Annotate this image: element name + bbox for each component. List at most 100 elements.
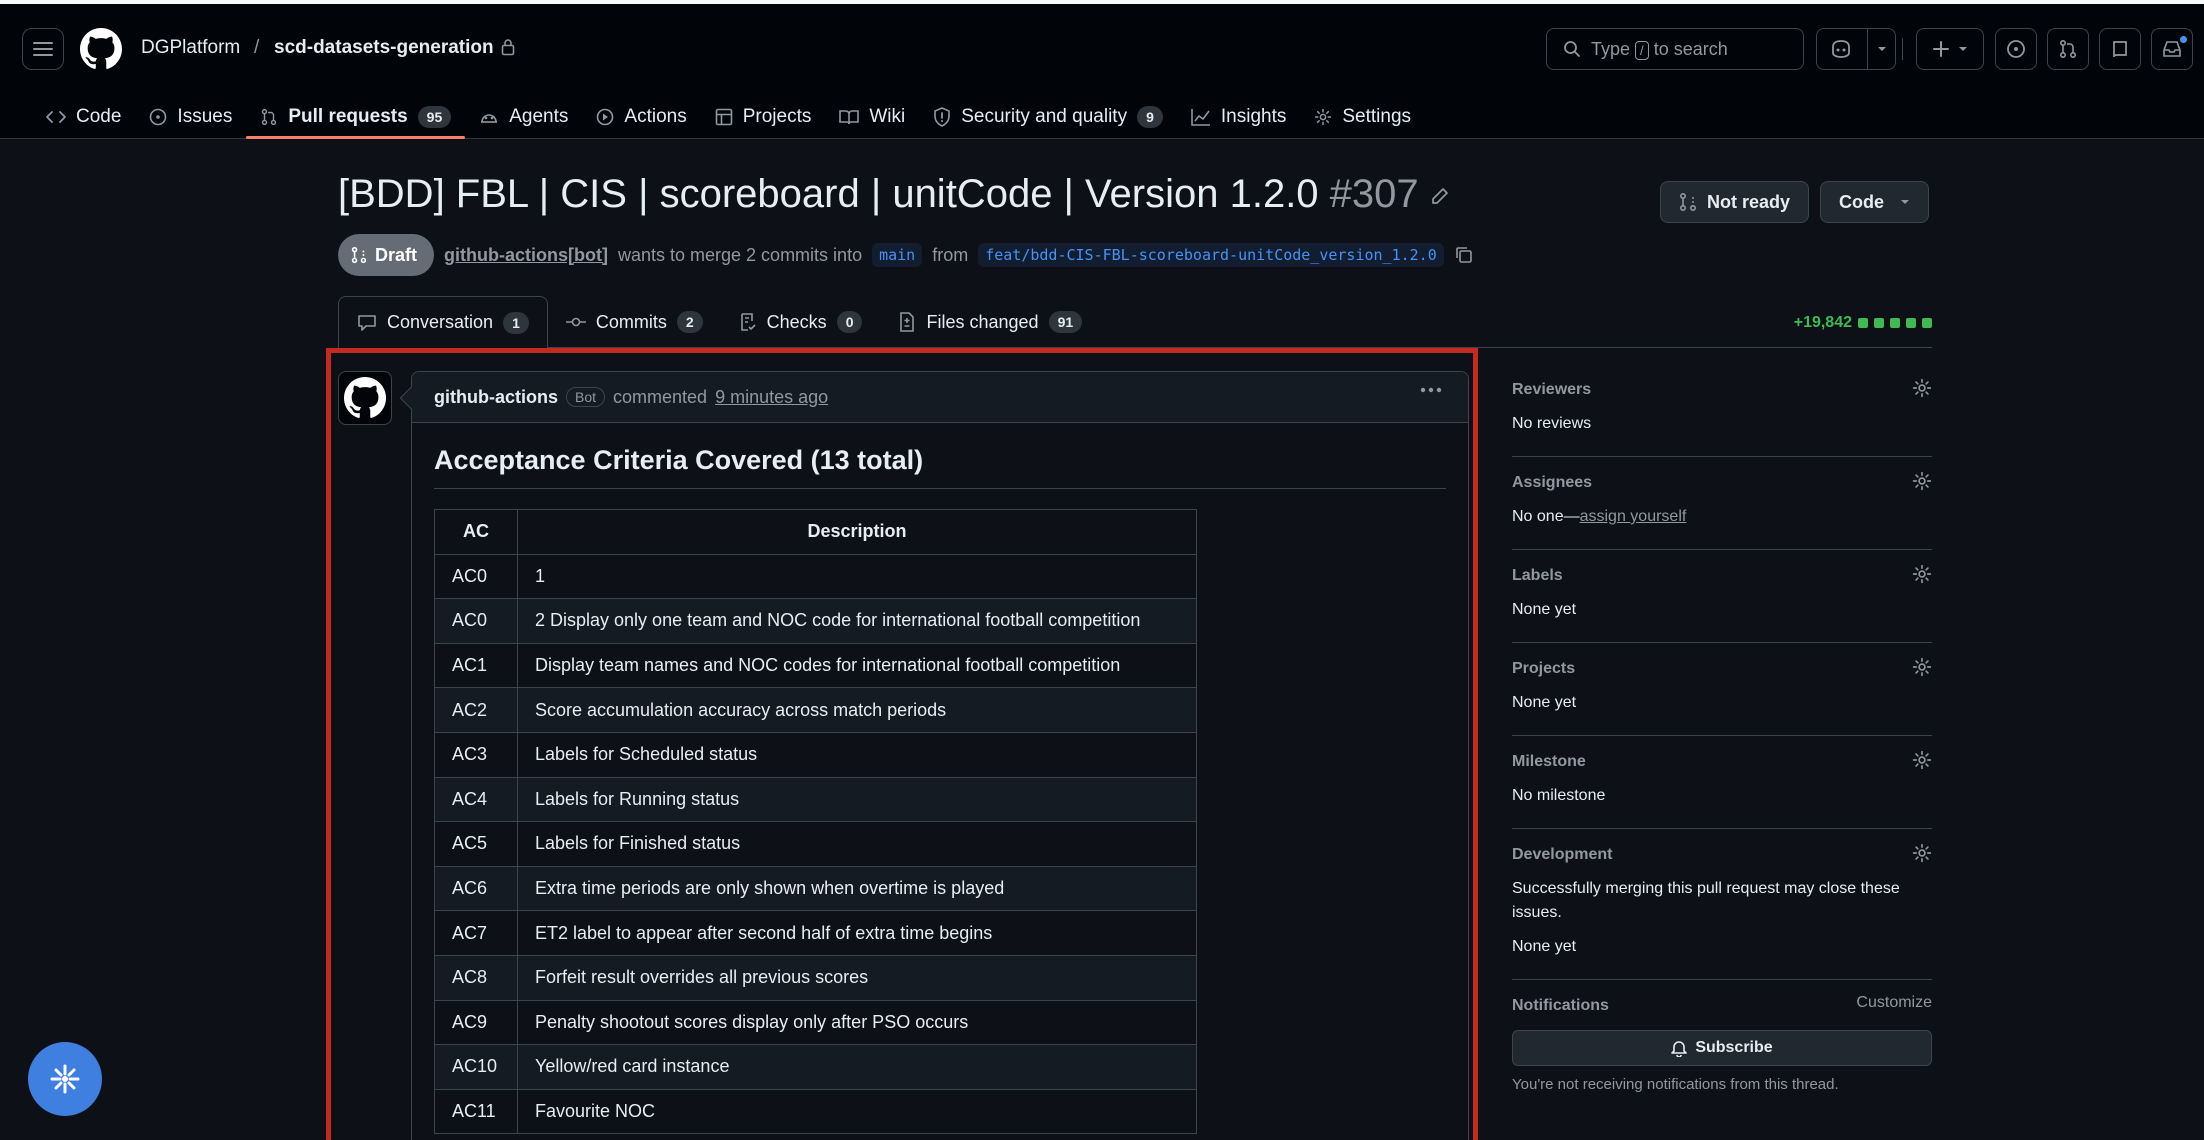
nav-projects[interactable]: Projects <box>701 96 826 138</box>
nav-actions-label: Actions <box>624 106 687 127</box>
gear-icon <box>1315 108 1332 126</box>
tab-checks-label: Checks <box>766 311 827 332</box>
nav-settings-label: Settings <box>1342 106 1412 127</box>
pr-icon <box>2059 39 2077 59</box>
pr-author-link[interactable]: github-actions[bot] <box>444 245 608 266</box>
repo-icon <box>2113 41 2127 58</box>
nav-code[interactable]: Code <box>32 96 135 138</box>
gear-icon[interactable] <box>1912 471 1932 491</box>
assistant-fab-button[interactable] <box>28 1042 102 1116</box>
breadcrumb-repo[interactable]: scd-datasets-generation <box>274 37 494 59</box>
create-new-button[interactable] <box>1916 28 1984 70</box>
diffstat-block <box>1890 318 1900 328</box>
repositories-button[interactable] <box>2099 28 2141 70</box>
commit-icon <box>565 317 586 327</box>
labels-value: None yet <box>1512 601 1577 618</box>
labels-title: Labels <box>1512 567 1563 584</box>
milestone-title: Milestone <box>1512 753 1586 770</box>
code-dropdown-label: Code <box>1839 191 1884 212</box>
sidebar-projects: Projects None yet <box>1512 643 1932 736</box>
base-branch[interactable]: main <box>872 243 923 267</box>
search-placeholder: Type / to search <box>1591 38 1728 60</box>
menu-button[interactable] <box>22 28 64 70</box>
inbox-button[interactable] <box>2151 28 2193 70</box>
nav-issues[interactable]: Issues <box>135 96 246 138</box>
nav-code-label: Code <box>76 106 122 127</box>
customize-link[interactable]: Customize <box>1856 994 1932 1012</box>
nav-agents-label: Agents <box>509 106 569 127</box>
security-count: 9 <box>1137 106 1163 128</box>
copilot-divider <box>1867 29 1868 69</box>
assignees-value: No one—assign yourself <box>1512 505 1932 529</box>
tab-files-changed[interactable]: Files changed 91 <box>880 296 1100 348</box>
header-divider <box>1902 38 1903 60</box>
nav-insights[interactable]: Insights <box>1177 96 1300 138</box>
breadcrumb-owner[interactable]: DGPlatform <box>141 37 240 59</box>
nav-wiki[interactable]: Wiki <box>825 96 919 138</box>
development-title: Development <box>1512 846 1613 863</box>
assignees-title: Assignees <box>1512 474 1593 491</box>
notifications-note: You're not receiving notifications from … <box>1512 1076 1839 1093</box>
issue-icon <box>150 108 167 126</box>
search-input[interactable]: Type / to search <box>1546 28 1804 70</box>
unread-indicator <box>2179 35 2188 44</box>
draft-pr-icon <box>1679 192 1697 212</box>
tab-conversation[interactable]: Conversation 1 <box>338 296 548 349</box>
file-diff-icon <box>900 312 915 332</box>
tab-conversation-label: Conversation <box>387 312 494 332</box>
gear-icon[interactable] <box>1912 750 1932 770</box>
pr-icon <box>262 108 277 126</box>
subscribe-button[interactable]: Subscribe <box>1512 1030 1932 1066</box>
projects-title: Projects <box>1512 660 1576 677</box>
tab-files-changed-label: Files changed <box>926 311 1039 332</box>
gear-icon[interactable] <box>1912 564 1932 584</box>
not-ready-button[interactable]: Not ready <box>1660 181 1810 223</box>
github-logo-icon[interactable] <box>80 28 122 70</box>
comment-icon <box>358 314 376 331</box>
from-text: from <box>932 244 969 265</box>
graph-icon <box>1191 109 1210 126</box>
nav-security-label: Security and quality <box>961 106 1128 127</box>
pencil-icon[interactable] <box>1430 186 1450 206</box>
copy-icon[interactable] <box>1454 245 1474 265</box>
nav-actions[interactable]: Actions <box>582 96 700 138</box>
pull-requests-shortcut-button[interactable] <box>2047 28 2089 70</box>
subscribe-label: Subscribe <box>1695 1039 1773 1056</box>
plus-icon <box>1933 41 1949 57</box>
code-icon <box>46 111 66 123</box>
gear-icon[interactable] <box>1912 378 1932 398</box>
issue-opened-icon <box>2007 40 2025 58</box>
draft-pr-icon <box>351 246 367 264</box>
not-ready-label: Not ready <box>1707 191 1791 212</box>
issues-shortcut-button[interactable] <box>1995 28 2037 70</box>
gear-icon[interactable] <box>1912 657 1932 677</box>
pr-title: [BDD] FBL | CIS | scoreboard | unitCode … <box>338 172 1419 217</box>
checks-count: 0 <box>836 311 863 333</box>
diffstat-block <box>1906 318 1916 328</box>
nav-pull-requests[interactable]: Pull requests 95 <box>246 96 466 139</box>
nav-settings[interactable]: Settings <box>1300 96 1425 138</box>
gear-icon[interactable] <box>1912 843 1932 863</box>
projects-value: None yet <box>1512 694 1577 711</box>
sidebar-notifications: Notifications Customize Subscribe You're… <box>1512 980 1932 1113</box>
pr-number: #307 <box>1329 172 1419 216</box>
head-branch[interactable]: feat/bdd-CIS-FBL-scoreboard-unitCode_ver… <box>978 243 1444 267</box>
tab-checks[interactable]: Checks 0 <box>721 296 881 348</box>
nav-security[interactable]: Security and quality 9 <box>919 96 1177 138</box>
nav-agents[interactable]: Agents <box>465 96 582 138</box>
checklist-icon <box>740 313 756 331</box>
window-top-strip <box>0 0 2204 4</box>
agents-icon <box>481 114 498 123</box>
assign-yourself-link[interactable]: assign yourself <box>1580 508 1687 525</box>
pr-tabs: Conversation 1 Commits 2 Checks 0 Files … <box>338 296 1932 349</box>
copilot-button[interactable] <box>1816 28 1896 70</box>
tab-commits[interactable]: Commits 2 <box>548 296 721 348</box>
search-shortcut-key: / <box>1635 40 1649 60</box>
development-value: None yet <box>1512 938 1577 955</box>
diffstat-additions: +19,842 <box>1793 314 1852 331</box>
nav-issues-label: Issues <box>177 106 233 127</box>
code-dropdown-button[interactable]: Code <box>1820 181 1929 223</box>
milestone-value: No milestone <box>1512 787 1606 804</box>
inbox-icon <box>2163 41 2181 57</box>
book-icon <box>839 110 860 125</box>
